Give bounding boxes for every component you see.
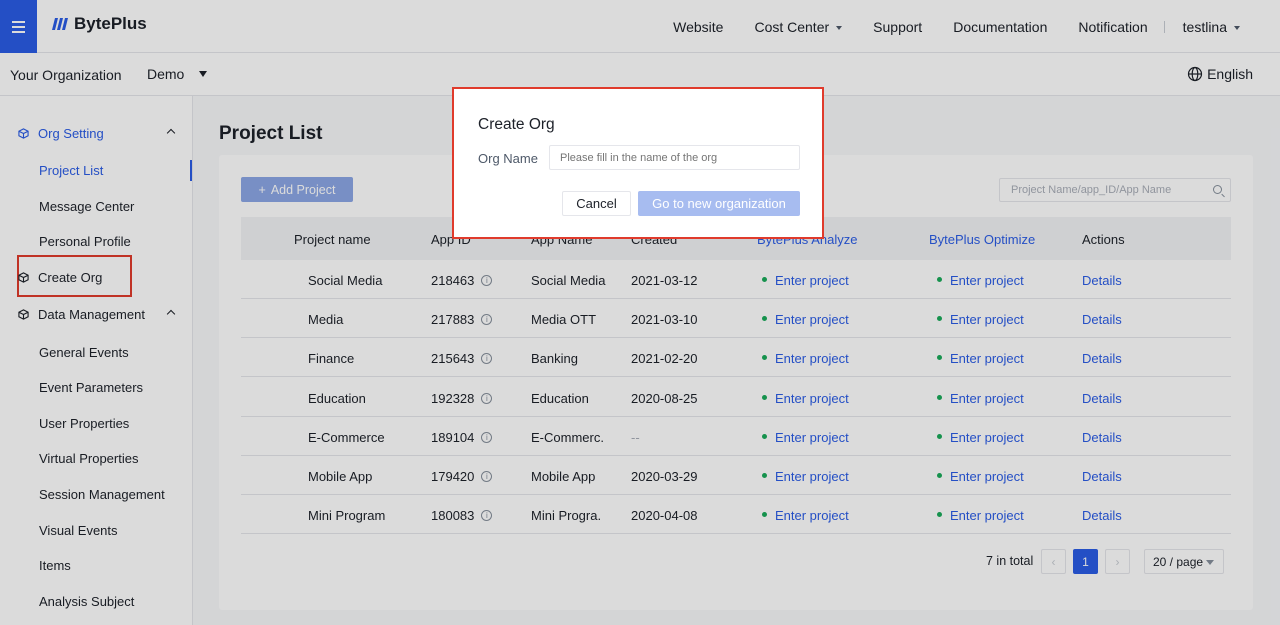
create-org-modal: Create Org Org Name Cancel Go to new org… — [452, 87, 824, 239]
go-to-new-organization-button[interactable]: Go to new organization — [638, 191, 800, 216]
org-name-label: Org Name — [478, 151, 538, 166]
org-name-input[interactable] — [549, 145, 800, 170]
modal-title: Create Org — [478, 116, 555, 133]
cancel-button[interactable]: Cancel — [562, 191, 631, 216]
